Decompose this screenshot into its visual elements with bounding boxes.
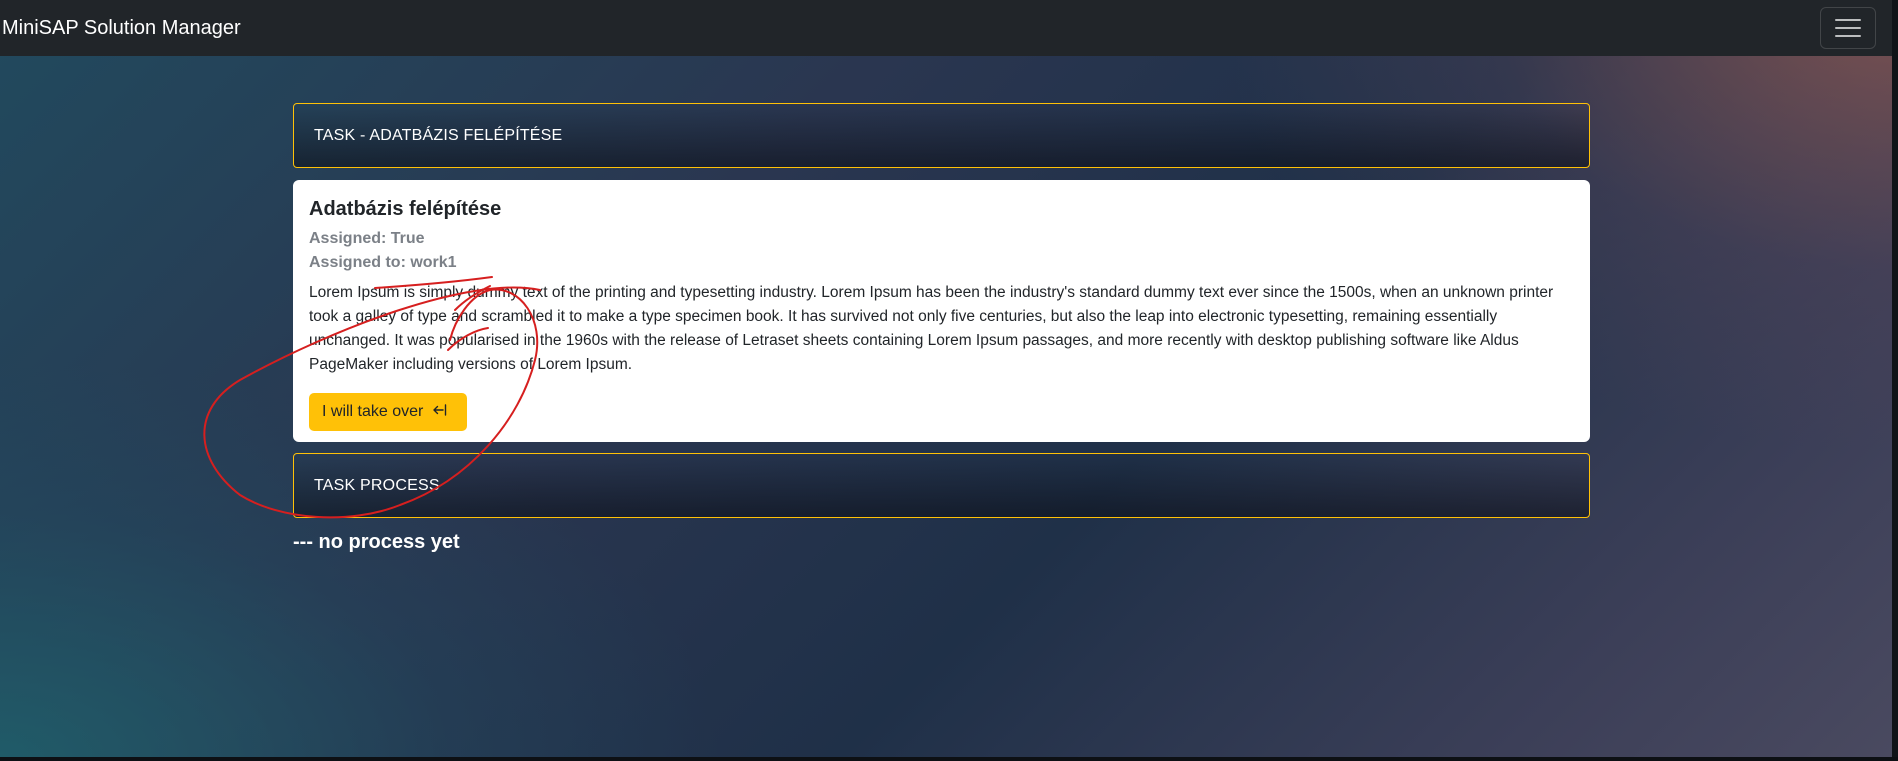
window-edge-bottom: [0, 757, 1898, 761]
task-header-title: TASK - ADATBÁZIS FELÉPÍTÉSE: [314, 126, 563, 144]
task-header: TASK - ADATBÁZIS FELÉPÍTÉSE: [293, 103, 1590, 168]
hamburger-menu-icon: [1835, 19, 1861, 21]
brand-link[interactable]: MiniSAP Solution Manager: [2, 17, 241, 40]
task-process-header: TASK PROCESS: [293, 453, 1590, 518]
navbar-toggler-button[interactable]: [1820, 7, 1876, 49]
take-over-button[interactable]: I will take over: [309, 393, 468, 431]
task-card: Adatbázis felépítése Assigned: True Assi…: [293, 180, 1590, 442]
task-process-title: TASK PROCESS: [314, 476, 440, 494]
assigned-to: Assigned to: work1: [309, 254, 457, 271]
assigned-status: Assigned: True: [309, 230, 425, 247]
enter-arrow-icon: [433, 403, 447, 421]
take-over-label: I will take over: [322, 403, 424, 420]
window-edge: [1892, 0, 1898, 761]
main-content: TASK - ADATBÁZIS FELÉPÍTÉSE Adatbázis fe…: [293, 103, 1590, 554]
task-title: Adatbázis felépítése: [309, 198, 502, 220]
task-description: Lorem Ipsum is simply dummy text of the …: [309, 284, 1554, 373]
no-process-message: --- no process yet: [293, 531, 460, 553]
hamburger-menu-icon-line: [1835, 35, 1861, 37]
hamburger-menu-icon-line: [1835, 27, 1861, 29]
top-navbar: MiniSAP Solution Manager: [0, 0, 1892, 56]
